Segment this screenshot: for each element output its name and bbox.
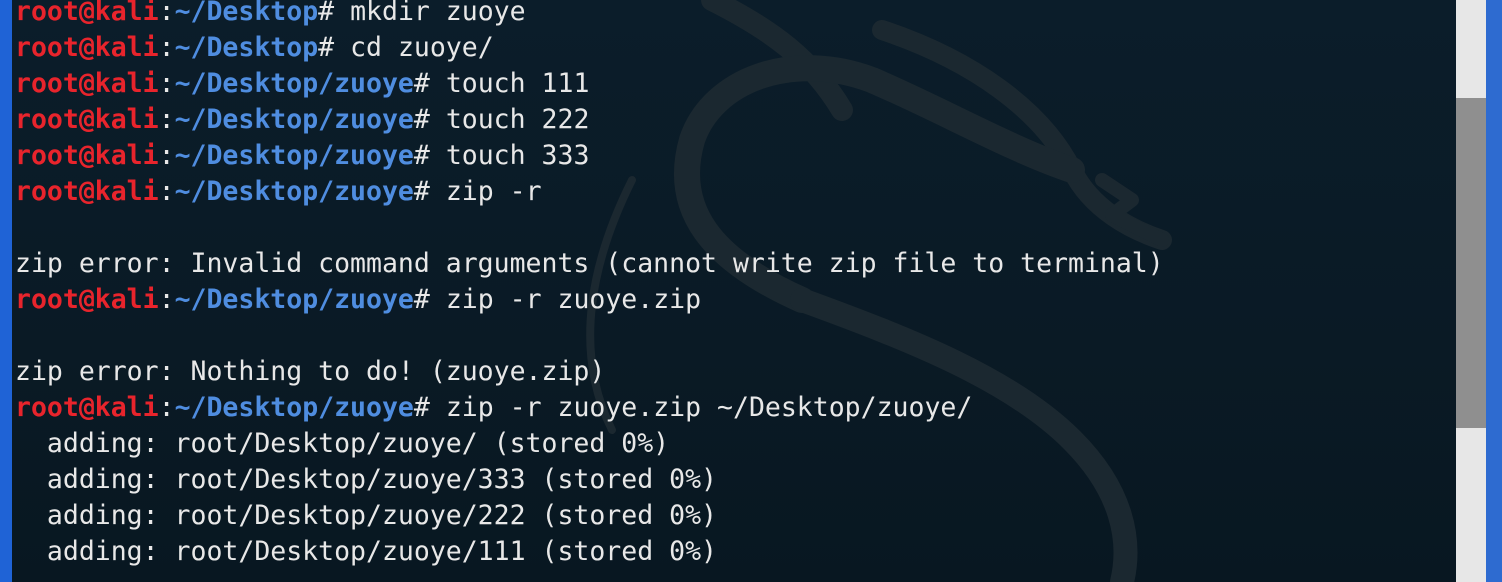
command-line: root@kali:~/Desktop/zuoye# touch 111 bbox=[15, 68, 590, 99]
command-line: root@kali:~/Desktop/zuoye# zip -r zuoye.… bbox=[15, 284, 702, 315]
window-edge bbox=[1486, 0, 1502, 582]
command-line: root@kali:~/Desktop/zuoye# zip -r bbox=[15, 176, 542, 207]
prompt-path: ~/Desktop bbox=[174, 32, 319, 63]
prompt-path: ~/Desktop/zuoye bbox=[174, 140, 414, 171]
terminal-window[interactable]: root@kali:~/Desktop# mkdir zuoye root@kal… bbox=[12, 0, 1456, 582]
prompt-path: ~/Desktop/zuoye bbox=[174, 104, 414, 135]
prompt-user: root@kali bbox=[15, 0, 159, 27]
vertical-scrollbar[interactable] bbox=[1456, 0, 1502, 582]
command-text: touch 333 bbox=[429, 140, 590, 171]
prompt-path: ~/Desktop/zuoye bbox=[174, 284, 414, 315]
scrollbar-thumb[interactable] bbox=[1456, 98, 1486, 428]
output-line: adding: root/Desktop/zuoye/111 (stored 0… bbox=[15, 536, 717, 567]
prompt-path: ~/Desktop/zuoye bbox=[174, 68, 414, 99]
prompt-path: ~/Desktop/zuoye bbox=[174, 176, 414, 207]
command-line: root@kali:~/Desktop# mkdir zuoye bbox=[15, 0, 1164, 30]
prompt-user: root@kali bbox=[15, 392, 159, 423]
output-line: adding: root/Desktop/zuoye/222 (stored 0… bbox=[15, 500, 717, 531]
command-text: touch 111 bbox=[429, 68, 590, 99]
output-line: adding: root/Desktop/zuoye/333 (stored 0… bbox=[15, 464, 717, 495]
prompt-user: root@kali bbox=[15, 32, 159, 63]
command-text: zip -r bbox=[429, 176, 542, 207]
command-text: zip -r zuoye.zip ~/Desktop/zuoye/ bbox=[429, 392, 973, 423]
output-line: zip error: Nothing to do! (zuoye.zip) bbox=[15, 356, 606, 387]
prompt-user: root@kali bbox=[15, 284, 159, 315]
prompt-user: root@kali bbox=[15, 140, 159, 171]
prompt-user: root@kali bbox=[15, 68, 159, 99]
command-line: root@kali:~/Desktop/zuoye# zip -r zuoye.… bbox=[15, 392, 973, 423]
output-line: zip error: Invalid command arguments (ca… bbox=[15, 248, 1164, 279]
command-text: touch 222 bbox=[429, 104, 590, 135]
command-text: mkdir zuoye bbox=[334, 0, 526, 27]
prompt-path: ~/Desktop bbox=[174, 0, 319, 27]
command-line: root@kali:~/Desktop/zuoye# touch 222 bbox=[15, 104, 590, 135]
prompt-path: ~/Desktop/zuoye bbox=[174, 392, 414, 423]
command-text: zip -r zuoye.zip bbox=[429, 284, 702, 315]
prompt-user: root@kali bbox=[15, 104, 159, 135]
command-line: root@kali:~/Desktop/zuoye# touch 333 bbox=[15, 140, 590, 171]
terminal-output: root@kali:~/Desktop# mkdir zuoye root@kal… bbox=[15, 0, 1164, 570]
prompt-user: root@kali bbox=[15, 176, 159, 207]
command-text: cd zuoye/ bbox=[334, 32, 494, 63]
command-line: root@kali:~/Desktop# cd zuoye/ bbox=[15, 32, 494, 63]
output-line: adding: root/Desktop/zuoye/ (stored 0%) bbox=[15, 428, 670, 459]
